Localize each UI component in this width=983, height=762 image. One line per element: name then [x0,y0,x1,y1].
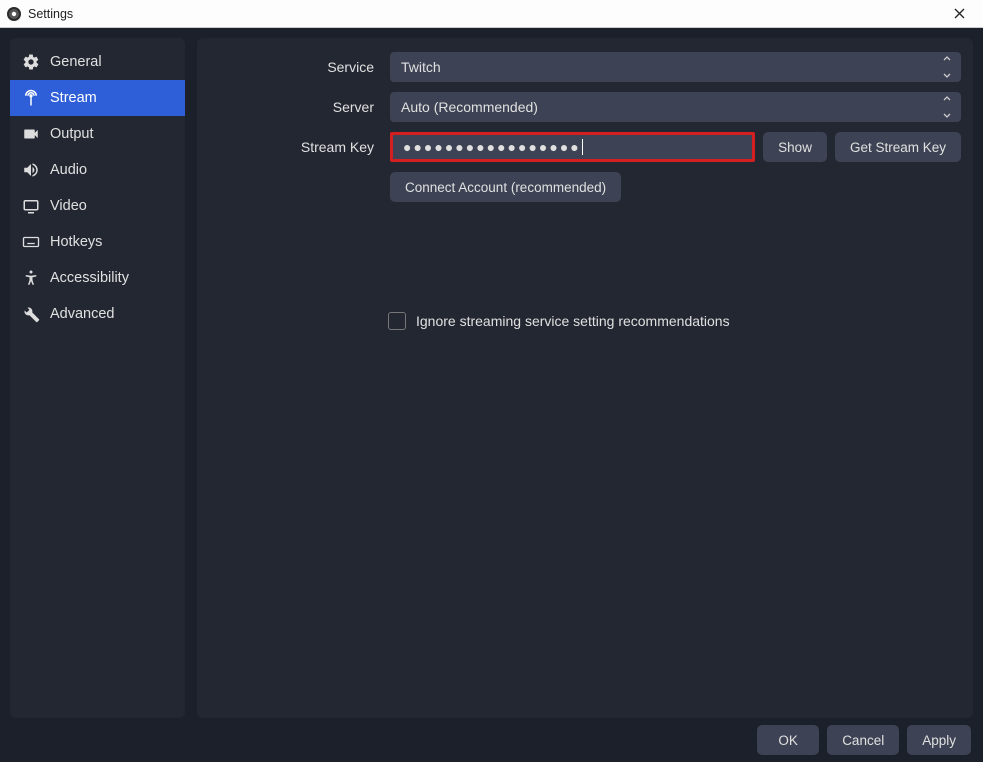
ignore-recommendations-checkbox[interactable] [388,312,406,330]
sidebar-item-stream[interactable]: Stream [10,80,185,116]
cancel-button[interactable]: Cancel [827,725,899,755]
monitor-icon [22,197,40,215]
streamkey-input[interactable]: ●●●●●●●●●●●●●●●●● [390,132,755,162]
streamkey-label: Stream Key [205,139,380,155]
sidebar-item-label: Advanced [50,306,115,322]
apply-button[interactable]: Apply [907,725,971,755]
streamkey-value: ●●●●●●●●●●●●●●●●● [403,139,581,155]
tools-icon [22,305,40,323]
get-stream-key-button[interactable]: Get Stream Key [835,132,961,162]
sidebar-item-label: Accessibility [50,270,129,286]
antenna-icon [22,89,40,107]
content-area: General Stream Output Audio Video Hotkey… [0,28,983,718]
server-select[interactable]: Auto (Recommended) [390,92,961,122]
text-cursor [582,139,583,155]
spinner-icon [938,96,956,118]
main-panel: Service Twitch Server Auto (Recommended) [197,38,973,718]
titlebar: Settings [0,0,983,28]
sidebar-item-label: Stream [50,90,97,106]
sidebar-item-general[interactable]: General [10,44,185,80]
accessibility-icon [22,269,40,287]
speaker-icon [22,161,40,179]
gear-icon [22,53,40,71]
sidebar-item-audio[interactable]: Audio [10,152,185,188]
camera-icon [22,125,40,143]
keyboard-icon [22,233,40,251]
service-select[interactable]: Twitch [390,52,961,82]
ok-button[interactable]: OK [757,725,819,755]
service-value: Twitch [401,59,441,75]
close-button[interactable] [941,3,977,25]
sidebar-item-advanced[interactable]: Advanced [10,296,185,332]
connect-account-button[interactable]: Connect Account (recommended) [390,172,621,202]
ignore-recommendations-label: Ignore streaming service setting recomme… [416,313,730,329]
sidebar-item-hotkeys[interactable]: Hotkeys [10,224,185,260]
window-title: Settings [28,7,73,21]
sidebar-item-output[interactable]: Output [10,116,185,152]
footer: OK Cancel Apply [0,718,983,762]
sidebar-item-label: Hotkeys [50,234,102,250]
spinner-icon [938,56,956,78]
server-label: Server [205,99,380,115]
sidebar-item-label: Video [50,198,87,214]
sidebar-item-label: General [50,54,102,70]
sidebar-item-label: Audio [50,162,87,178]
server-value: Auto (Recommended) [401,99,538,115]
app-icon [6,6,22,22]
sidebar-item-accessibility[interactable]: Accessibility [10,260,185,296]
show-button[interactable]: Show [763,132,827,162]
sidebar: General Stream Output Audio Video Hotkey… [10,38,185,718]
sidebar-item-video[interactable]: Video [10,188,185,224]
service-label: Service [205,59,380,75]
sidebar-item-label: Output [50,126,94,142]
